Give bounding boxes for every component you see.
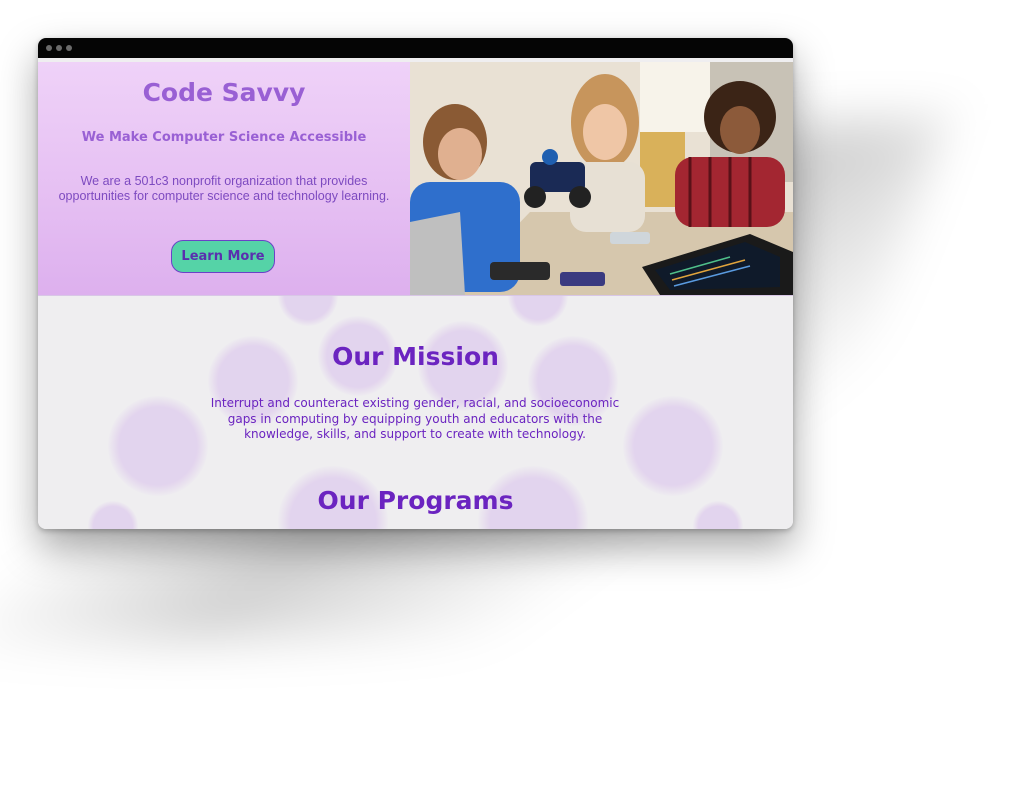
hero-photo <box>410 62 793 295</box>
stage: Code Savvy We Make Computer Science Acce… <box>0 0 1024 795</box>
mission-heading: Our Mission <box>332 342 499 371</box>
hero-description: We are a 501c3 nonprofit organization th… <box>58 174 390 203</box>
gear-icon <box>623 396 723 496</box>
programs-heading: Our Programs <box>317 486 514 515</box>
mission-section: Our Mission Interrupt and counteract exi… <box>38 296 793 529</box>
site-title: Code Savvy <box>142 78 306 107</box>
learn-more-button[interactable]: Learn More <box>171 240 275 273</box>
window-minimize-dot[interactable] <box>56 45 62 51</box>
mission-text: Interrupt and counteract existing gender… <box>210 396 620 441</box>
window-titlebar <box>38 38 793 58</box>
gear-icon <box>508 296 568 326</box>
gear-icon <box>108 396 208 496</box>
browser-window: Code Savvy We Make Computer Science Acce… <box>38 38 793 529</box>
window-close-dot[interactable] <box>46 45 52 51</box>
kids-robot-illustration <box>410 62 793 295</box>
hero-text-panel: Code Savvy We Make Computer Science Acce… <box>38 62 410 295</box>
gear-icon <box>278 296 338 326</box>
hero-section: Code Savvy We Make Computer Science Acce… <box>38 62 793 296</box>
window-maximize-dot[interactable] <box>66 45 72 51</box>
page-content: Code Savvy We Make Computer Science Acce… <box>38 58 793 529</box>
hero-subtitle: We Make Computer Science Accessible <box>81 130 367 145</box>
